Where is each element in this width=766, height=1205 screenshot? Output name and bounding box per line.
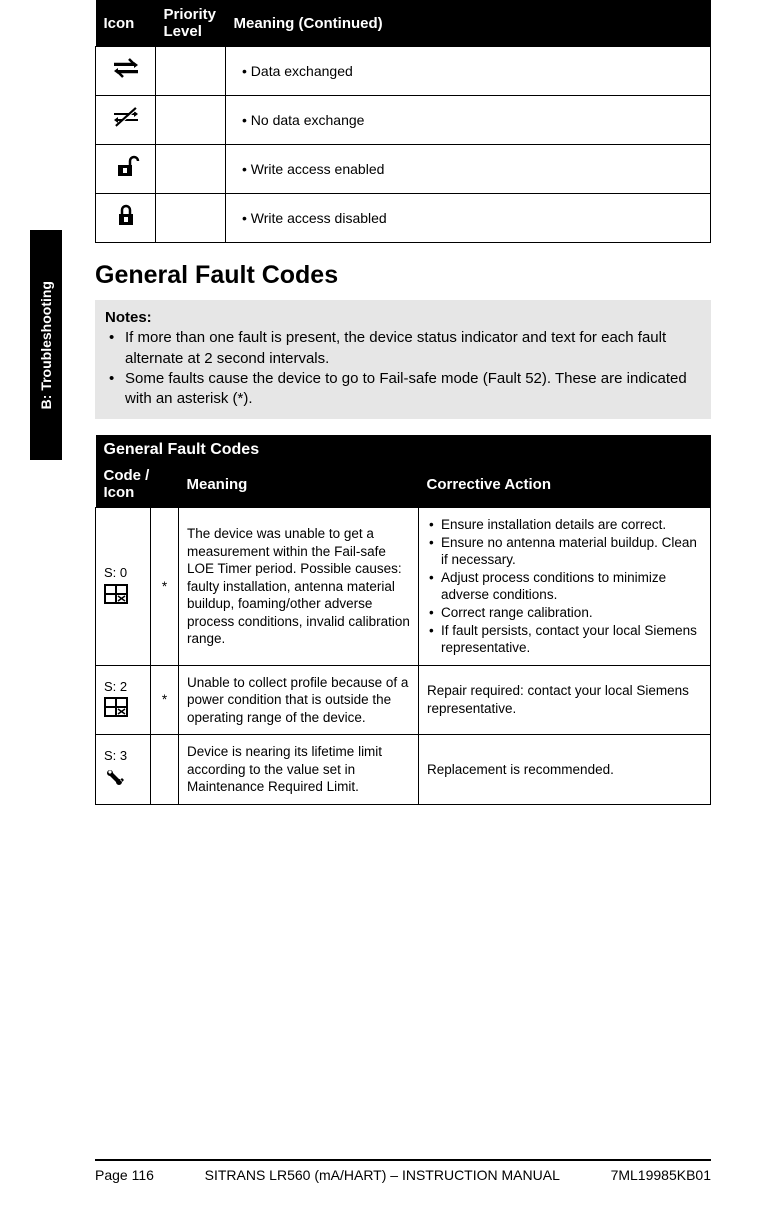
priority-cell bbox=[156, 96, 226, 145]
footer-doc: 7ML19985KB01 bbox=[611, 1167, 711, 1183]
meaning-cell: No data exchange bbox=[226, 96, 711, 145]
table-row: S: 2 * Unable to collect profile because… bbox=[96, 665, 711, 735]
priority-cell bbox=[156, 145, 226, 194]
action-item: Ensure installation details are correct. bbox=[427, 516, 702, 534]
wrench-icon bbox=[104, 767, 142, 791]
notes-title: Notes: bbox=[105, 309, 152, 326]
meaning-cell: Data exchanged bbox=[226, 47, 711, 96]
col-header-meaning: Meaning (Continued) bbox=[226, 0, 711, 47]
footer-page: Page 116 bbox=[95, 1167, 154, 1183]
note-item: If more than one fault is present, the d… bbox=[105, 328, 701, 369]
page-footer: Page 116 SITRANS LR560 (mA/HART) – INSTR… bbox=[95, 1159, 711, 1183]
footer-title: SITRANS LR560 (mA/HART) – INSTRUCTION MA… bbox=[205, 1167, 560, 1183]
fault-meaning-cell: The device was unable to get a measureme… bbox=[179, 508, 419, 665]
fault-code-text: S: 2 bbox=[104, 679, 142, 696]
table-row: Data exchanged bbox=[96, 47, 711, 96]
action-item: If fault persists, contact your local Si… bbox=[427, 622, 702, 657]
fault-meaning-cell: Device is nearing its lifetime limit acc… bbox=[179, 735, 419, 805]
fault-codes-table: General Fault Codes Code / Icon Meaning … bbox=[95, 435, 711, 805]
fault-x-icon bbox=[104, 584, 142, 608]
fault-code-cell: S: 0 bbox=[96, 508, 151, 665]
fault-x-icon bbox=[104, 697, 142, 721]
asterisk-cell: * bbox=[151, 665, 179, 735]
fault-action-cell: Ensure installation details are correct.… bbox=[419, 508, 711, 665]
icon-meaning-table: Icon Priority Level Meaning (Continued) … bbox=[95, 0, 711, 243]
fault-code-text: S: 0 bbox=[104, 565, 142, 582]
table-row: S: 0 * The device was unable to get a me… bbox=[96, 508, 711, 665]
meaning-cell: Write access disabled bbox=[226, 194, 711, 243]
col-header-icon: Icon bbox=[96, 0, 156, 47]
asterisk-cell: * bbox=[151, 508, 179, 665]
col-header-action: Corrective Action bbox=[419, 461, 711, 508]
table-row: Write access enabled bbox=[96, 145, 711, 194]
col-header-code: Code / Icon bbox=[96, 461, 179, 508]
priority-cell bbox=[156, 47, 226, 96]
fault-meaning-cell: Unable to collect profile because of a p… bbox=[179, 665, 419, 735]
unlocked-icon bbox=[96, 145, 156, 194]
action-item: Adjust process conditions to minimize ad… bbox=[427, 569, 702, 604]
meaning-cell: Write access enabled bbox=[226, 145, 711, 194]
data-exchange-icon bbox=[96, 47, 156, 96]
col-header-meaning: Meaning bbox=[179, 461, 419, 508]
section-heading: General Fault Codes bbox=[95, 261, 711, 290]
table-row: S: 3 Device is nearing its lifetime limi… bbox=[96, 735, 711, 805]
fault-code-cell: S: 3 bbox=[96, 735, 151, 805]
fault-action-cell: Repair required: contact your local Siem… bbox=[419, 665, 711, 735]
asterisk-cell bbox=[151, 735, 179, 805]
side-tab-label: B: Troubleshooting bbox=[38, 281, 54, 409]
action-item: Correct range calibration. bbox=[427, 604, 702, 622]
no-data-exchange-icon bbox=[96, 96, 156, 145]
fault-code-cell: S: 2 bbox=[96, 665, 151, 735]
side-tab: B: Troubleshooting bbox=[30, 230, 62, 460]
fault-table-title: General Fault Codes bbox=[96, 435, 711, 461]
table-row: No data exchange bbox=[96, 96, 711, 145]
table-row: Write access disabled bbox=[96, 194, 711, 243]
notes-box: Notes: If more than one fault is present… bbox=[95, 300, 711, 419]
action-item: Ensure no antenna material buildup. Clea… bbox=[427, 534, 702, 569]
fault-action-cell: Replacement is recommended. bbox=[419, 735, 711, 805]
locked-icon bbox=[96, 194, 156, 243]
priority-cell bbox=[156, 194, 226, 243]
note-item: Some faults cause the device to go to Fa… bbox=[105, 369, 701, 410]
fault-code-text: S: 3 bbox=[104, 748, 142, 765]
col-header-priority: Priority Level bbox=[156, 0, 226, 47]
